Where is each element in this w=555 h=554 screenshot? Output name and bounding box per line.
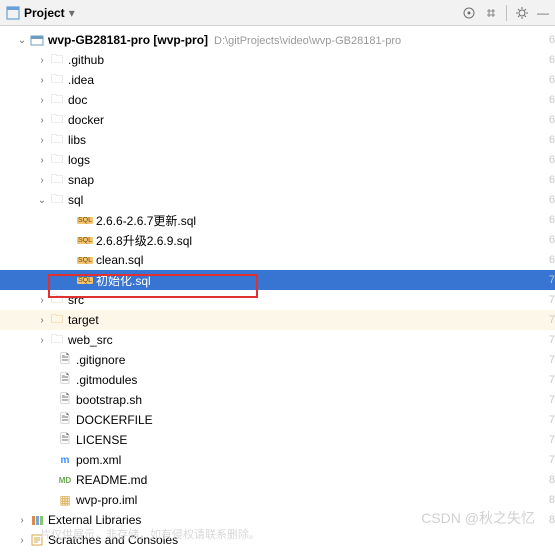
folder-src[interactable]: ›🗀src (0, 290, 555, 310)
chevron-right-icon[interactable]: › (36, 135, 48, 146)
sql-icon: SQL (76, 237, 94, 244)
folder-idea[interactable]: ›🗀.idea (0, 70, 555, 90)
file-icon: 🗎 (56, 350, 74, 371)
watermark: CSDN @秋之失忆 (421, 508, 535, 528)
chevron-down-icon[interactable]: ⌄ (36, 195, 48, 206)
folder-icon: 🗀 (48, 50, 66, 71)
file-dockerfile[interactable]: 🗎DOCKERFILE (0, 410, 555, 430)
file-sql4-selected[interactable]: SQL初始化.sql (0, 270, 555, 290)
folder-docker[interactable]: ›🗀docker (0, 110, 555, 130)
sql-icon: SQL (76, 217, 94, 224)
markdown-icon: MD (56, 476, 74, 485)
folder-target[interactable]: ›🗀target (0, 310, 555, 330)
folder-icon: 🗀 (48, 90, 66, 111)
root-path: D:\gitProjects\video\wvp-GB28181-pro (208, 35, 401, 47)
chevron-down-icon[interactable]: ⌄ (16, 35, 28, 46)
divider (506, 5, 507, 21)
libraries-icon (28, 513, 46, 527)
gear-icon[interactable] (515, 6, 529, 20)
file-readme[interactable]: MDREADME.md (0, 470, 555, 490)
chevron-right-icon[interactable]: › (36, 155, 48, 166)
dropdown-icon[interactable]: ▾ (69, 6, 75, 20)
chevron-right-icon[interactable]: › (36, 95, 48, 106)
project-toolbar: Project ▾ — (0, 0, 555, 26)
target-icon[interactable] (462, 6, 476, 20)
sql-icon: SQL (76, 277, 94, 284)
file-gitignore[interactable]: 🗎.gitignore (0, 350, 555, 370)
line-gutter: 6666666666667777777777888 (549, 26, 555, 530)
file-icon: 🗎 (56, 390, 74, 411)
module-icon (28, 33, 46, 47)
folder-libs[interactable]: ›🗀libs (0, 130, 555, 150)
folder-icon: 🗀 (48, 150, 66, 171)
chevron-right-icon[interactable]: › (36, 115, 48, 126)
file-sql1[interactable]: SQL2.6.6-2.6.7更新.sql (0, 210, 555, 230)
file-icon: 🗎 (56, 430, 74, 451)
chevron-right-icon[interactable]: › (16, 535, 28, 546)
folder-icon: 🗀 (48, 190, 66, 211)
folder-sql[interactable]: ⌄🗀sql (0, 190, 555, 210)
folder-icon: 🗀 (48, 110, 66, 131)
folder-logs[interactable]: ›🗀logs (0, 150, 555, 170)
chevron-right-icon[interactable]: › (36, 75, 48, 86)
folder-icon: 🗀 (48, 330, 66, 351)
maven-icon: m (56, 455, 74, 466)
collapse-icon[interactable] (484, 6, 498, 20)
folder-icon: 🗀 (48, 310, 66, 331)
folder-icon: 🗀 (48, 70, 66, 91)
file-bootstrap[interactable]: 🗎bootstrap.sh (0, 390, 555, 410)
file-pom[interactable]: mpom.xml (0, 450, 555, 470)
folder-github[interactable]: ›🗀.github (0, 50, 555, 70)
sql-icon: SQL (76, 257, 94, 264)
chevron-right-icon[interactable]: › (36, 55, 48, 66)
chevron-right-icon[interactable]: › (36, 315, 48, 326)
file-license[interactable]: 🗎LICENSE (0, 430, 555, 450)
file-icon: 🗎 (56, 410, 74, 431)
watermark2: 片仅供展示，非存储，如有侵权请联系删除。 (40, 526, 260, 542)
root-node[interactable]: ⌄ wvp-GB28181-pro [wvp-pro]D:\gitProject… (0, 30, 555, 50)
project-tree: ⌄ wvp-GB28181-pro [wvp-pro]D:\gitProject… (0, 26, 555, 554)
file-gitmodules[interactable]: 🗎.gitmodules (0, 370, 555, 390)
folder-doc[interactable]: ›🗀doc (0, 90, 555, 110)
chevron-right-icon[interactable]: › (36, 335, 48, 346)
folder-icon: 🗀 (48, 290, 66, 311)
folder-snap[interactable]: ›🗀snap (0, 170, 555, 190)
folder-icon: 🗀 (48, 170, 66, 191)
chevron-right-icon[interactable]: › (36, 295, 48, 306)
chevron-right-icon[interactable]: › (16, 515, 28, 526)
project-icon (6, 6, 20, 20)
file-sql2[interactable]: SQL2.6.8升级2.6.9.sql (0, 230, 555, 250)
folder-icon: 🗀 (48, 130, 66, 151)
toolbar-title: Project (24, 6, 65, 20)
file-iml[interactable]: ▦wvp-pro.iml (0, 490, 555, 510)
file-icon: 🗎 (56, 370, 74, 391)
hide-icon[interactable]: — (537, 6, 549, 20)
file-sql3[interactable]: SQLclean.sql (0, 250, 555, 270)
root-name: wvp-GB28181-pro (48, 33, 150, 47)
root-module: [wvp-pro] (153, 33, 208, 47)
iml-icon: ▦ (56, 493, 74, 507)
chevron-right-icon[interactable]: › (36, 175, 48, 186)
folder-websrc[interactable]: ›🗀web_src (0, 330, 555, 350)
